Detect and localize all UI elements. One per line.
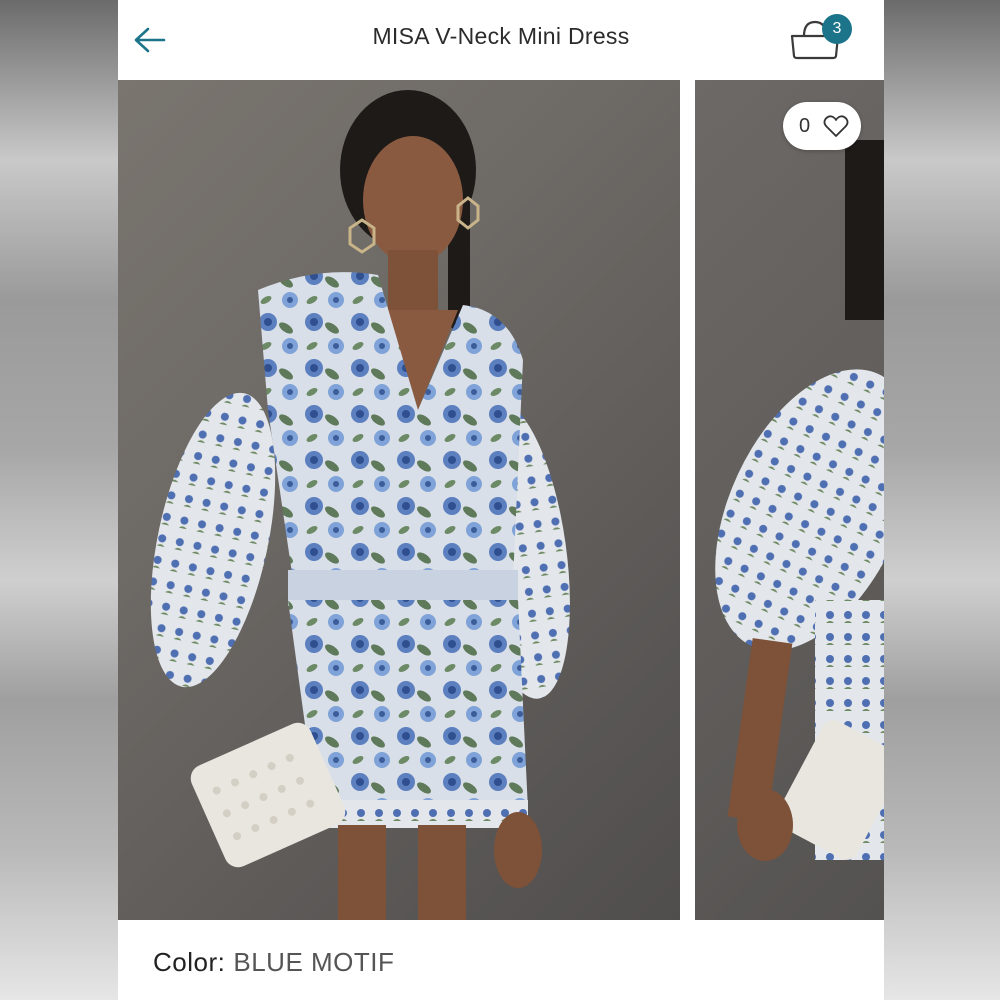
page-title: MISA V-Neck Mini Dress [372, 23, 630, 49]
favorite-button[interactable]: 0 [783, 102, 861, 150]
heart-icon [823, 115, 849, 137]
model-side-photo[interactable]: 0 [695, 80, 884, 920]
back-arrow-icon [134, 27, 166, 53]
color-selector: Color: BLUE MOTIF [153, 945, 394, 979]
favorite-count: 0 [799, 115, 811, 137]
blurred-background-right [884, 0, 1000, 1000]
blurred-background-left [0, 0, 118, 1000]
image-gallery[interactable]: 0 [118, 80, 884, 920]
model-front-photo[interactable] [118, 80, 680, 920]
color-label: Color: [153, 947, 226, 977]
product-screen: MISA V-Neck Mini Dress 3 0 Color: BLUE M… [118, 0, 884, 1000]
top-bar: MISA V-Neck Mini Dress 3 [118, 0, 884, 80]
back-button[interactable] [130, 20, 170, 60]
cart-count-badge: 3 [822, 14, 852, 44]
shopping-bag-button[interactable]: 3 [788, 10, 858, 65]
color-value: BLUE MOTIF [233, 947, 395, 977]
model-side-illustration [715, 140, 884, 861]
model-front-illustration [150, 90, 570, 920]
